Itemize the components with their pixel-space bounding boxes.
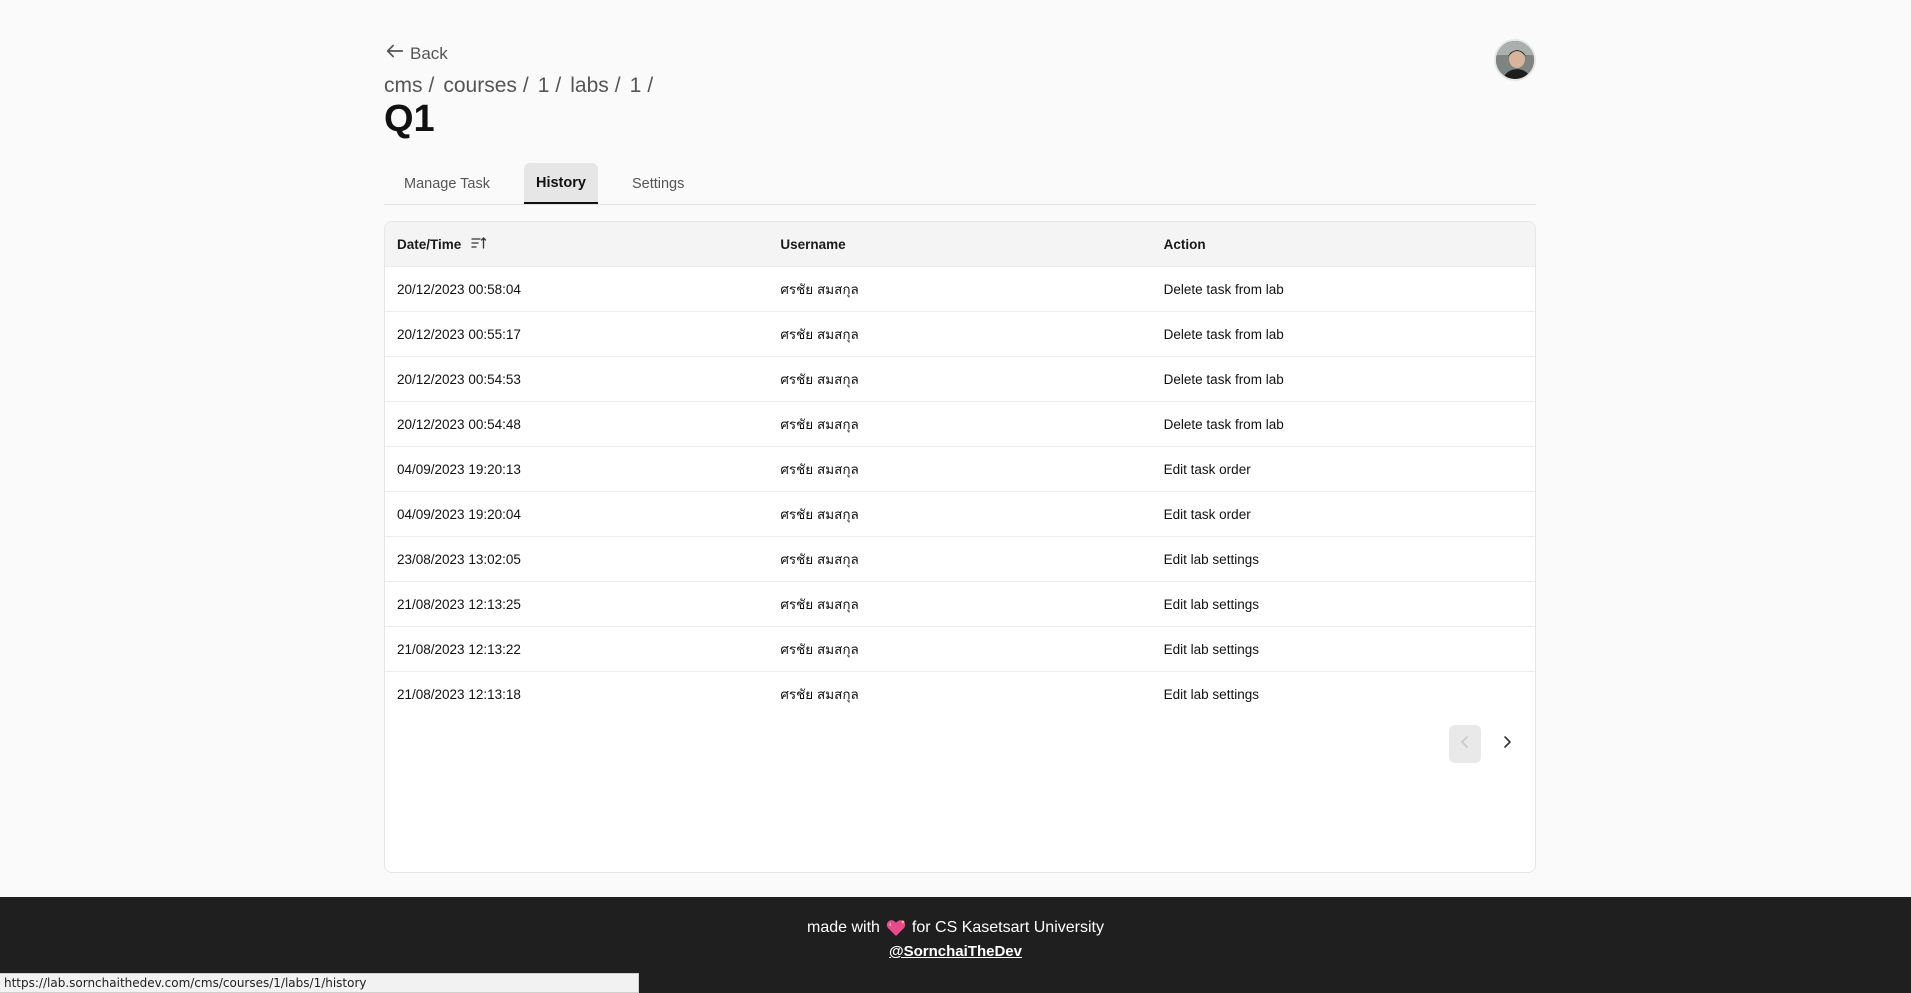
- cell-action: Edit lab settings: [1163, 686, 1259, 702]
- cell-username: ศรชัย สมสกุล: [780, 372, 859, 387]
- table-row: 21/08/2023 12:13:18 ศรชัย สมสกุล Edit la…: [385, 671, 1535, 716]
- tab-settings[interactable]: Settings: [620, 163, 696, 204]
- cell-action: Delete task from lab: [1163, 281, 1284, 297]
- tab-history[interactable]: History: [523, 163, 598, 204]
- cell-username: ศรชัย สมสกุล: [780, 507, 859, 522]
- prev-page-button[interactable]: [1449, 725, 1481, 763]
- cell-action: Edit lab settings: [1163, 641, 1259, 657]
- chevron-right-icon: [1500, 735, 1514, 754]
- cell-username: ศรชัย สมสกุล: [780, 642, 859, 657]
- table-row: 21/08/2023 12:13:22 ศรชัย สมสกุล Edit la…: [385, 626, 1535, 671]
- cell-username: ศรชัย สมสกุล: [780, 462, 859, 477]
- tab-bar: Manage Task History Settings: [384, 163, 1536, 205]
- cell-datetime: 23/08/2023 13:02:05: [397, 551, 521, 567]
- tab-manage-task[interactable]: Manage Task: [392, 163, 502, 204]
- history-table: Date/Time Username Action 20/12/2023 00:…: [384, 221, 1536, 873]
- breadcrumb-item-courses[interactable]: courses /: [443, 74, 528, 98]
- pagination: [1449, 725, 1523, 763]
- breadcrumb-item-cms[interactable]: cms /: [384, 74, 434, 98]
- cell-action: Edit task order: [1163, 506, 1251, 522]
- table-row: 20/12/2023 00:54:53 ศรชัย สมสกุล Delete …: [385, 356, 1535, 401]
- table-row: 21/08/2023 12:13:25 ศรชัย สมสกุล Edit la…: [385, 581, 1535, 626]
- user-avatar-image: [1496, 41, 1534, 79]
- cell-datetime: 04/09/2023 19:20:13: [397, 461, 521, 477]
- cell-action: Edit lab settings: [1163, 596, 1259, 612]
- sparkling-heart-icon: [886, 919, 906, 937]
- page-title: Q1: [384, 98, 435, 140]
- cell-username: ศรชัย สมสกุล: [780, 417, 859, 432]
- column-header-datetime[interactable]: Date/Time: [385, 235, 768, 254]
- cell-action: Edit lab settings: [1163, 551, 1259, 567]
- table-row: 23/08/2023 13:02:05 ศรชัย สมสกุล Edit la…: [385, 536, 1535, 581]
- chevron-left-icon: [1458, 735, 1472, 754]
- table-row: 04/09/2023 19:20:13 ศรชัย สมสกุล Edit ta…: [385, 446, 1535, 491]
- next-page-button[interactable]: [1491, 725, 1523, 763]
- cell-datetime: 20/12/2023 00:54:53: [397, 371, 521, 387]
- breadcrumb-item-course-id[interactable]: 1/: [538, 74, 562, 98]
- table-row: 20/12/2023 00:58:04 ศรชัย สมสกุล Delete …: [385, 266, 1535, 311]
- cell-username: ศรชัย สมสกุล: [780, 552, 859, 567]
- cell-username: ศรชัย สมสกุล: [780, 282, 859, 297]
- breadcrumb: cms / courses/ 1/ labs/ 1/: [384, 74, 662, 98]
- table-row: 20/12/2023 00:54:48 ศรชัย สมสกุล Delete …: [385, 401, 1535, 446]
- cell-datetime: 21/08/2023 12:13:22: [397, 641, 521, 657]
- back-button[interactable]: Back: [384, 40, 448, 67]
- avatar[interactable]: [1494, 39, 1536, 81]
- cell-username: ศรชัย สมสกุล: [780, 687, 859, 702]
- author-link[interactable]: @SornchaiTheDev: [0, 943, 1911, 960]
- cell-datetime: 21/08/2023 12:13:25: [397, 596, 521, 612]
- cell-action: Delete task from lab: [1163, 416, 1284, 432]
- column-header-action: Action: [1163, 236, 1206, 252]
- sort-ascending-icon[interactable]: [471, 235, 487, 254]
- cell-action: Delete task from lab: [1163, 326, 1284, 342]
- breadcrumb-item-labs[interactable]: labs /: [570, 74, 620, 98]
- table-header: Date/Time Username Action: [385, 222, 1535, 266]
- browser-status-bar: https://lab.sornchaithedev.com/cms/cours…: [0, 973, 639, 993]
- cell-datetime: 21/08/2023 12:13:18: [397, 686, 521, 702]
- cell-datetime: 20/12/2023 00:54:48: [397, 416, 521, 432]
- table-row: 20/12/2023 00:55:17 ศรชัย สมสกุล Delete …: [385, 311, 1535, 356]
- cell-datetime: 04/09/2023 19:20:04: [397, 506, 521, 522]
- cell-datetime: 20/12/2023 00:58:04: [397, 281, 521, 297]
- column-header-username: Username: [780, 236, 846, 252]
- cell-action: Delete task from lab: [1163, 371, 1284, 387]
- cell-datetime: 20/12/2023 00:55:17: [397, 326, 521, 342]
- footer-credit: made with for CS Kasetsart University: [807, 919, 1104, 937]
- cell-action: Edit task order: [1163, 461, 1251, 477]
- cell-username: ศรชัย สมสกุล: [780, 597, 859, 612]
- back-label: Back: [410, 43, 448, 63]
- table-row: 04/09/2023 19:20:04 ศรชัย สมสกุล Edit ta…: [385, 491, 1535, 536]
- breadcrumb-item-lab-id[interactable]: 1/: [630, 74, 654, 98]
- cell-username: ศรชัย สมสกุล: [780, 327, 859, 342]
- arrow-left-icon: [384, 40, 406, 67]
